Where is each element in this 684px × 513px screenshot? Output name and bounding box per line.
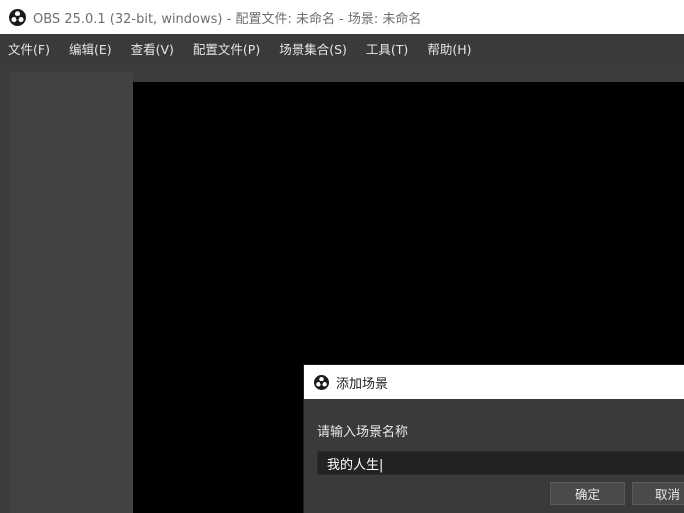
scene-name-label: 请输入场景名称 [317,425,409,440]
menu-tools[interactable]: 工具(T) [366,39,408,58]
menu-profile[interactable]: 配置文件(P) [193,39,260,58]
ok-button[interactable]: 确定 [550,482,625,505]
obs-logo-icon [9,8,26,26]
menu-scene-collection[interactable]: 场景集合(S) [279,39,347,58]
menubar: 文件(F) 编辑(E) 查看(V) 配置文件(P) 场景集合(S) 工具(T) … [0,34,684,62]
add-scene-dialog: 添加场景 请输入场景名称 确定 取消 [303,364,684,513]
menu-file[interactable]: 文件(F) [8,39,50,58]
obs-logo-icon [314,374,329,390]
left-panel [10,72,133,513]
menu-help[interactable]: 帮助(H) [427,39,471,58]
cancel-button[interactable]: 取消 [632,482,684,505]
dialog-titlebar: 添加场景 [304,365,684,399]
window-titlebar: OBS 25.0.1 (32-bit, windows) - 配置文件: 未命名… [0,0,684,34]
window-title: OBS 25.0.1 (32-bit, windows) - 配置文件: 未命名… [33,11,422,27]
dialog-title: 添加场景 [336,376,389,392]
menu-view[interactable]: 查看(V) [131,39,174,58]
scene-name-input[interactable] [317,451,684,475]
menu-edit[interactable]: 编辑(E) [69,39,112,58]
